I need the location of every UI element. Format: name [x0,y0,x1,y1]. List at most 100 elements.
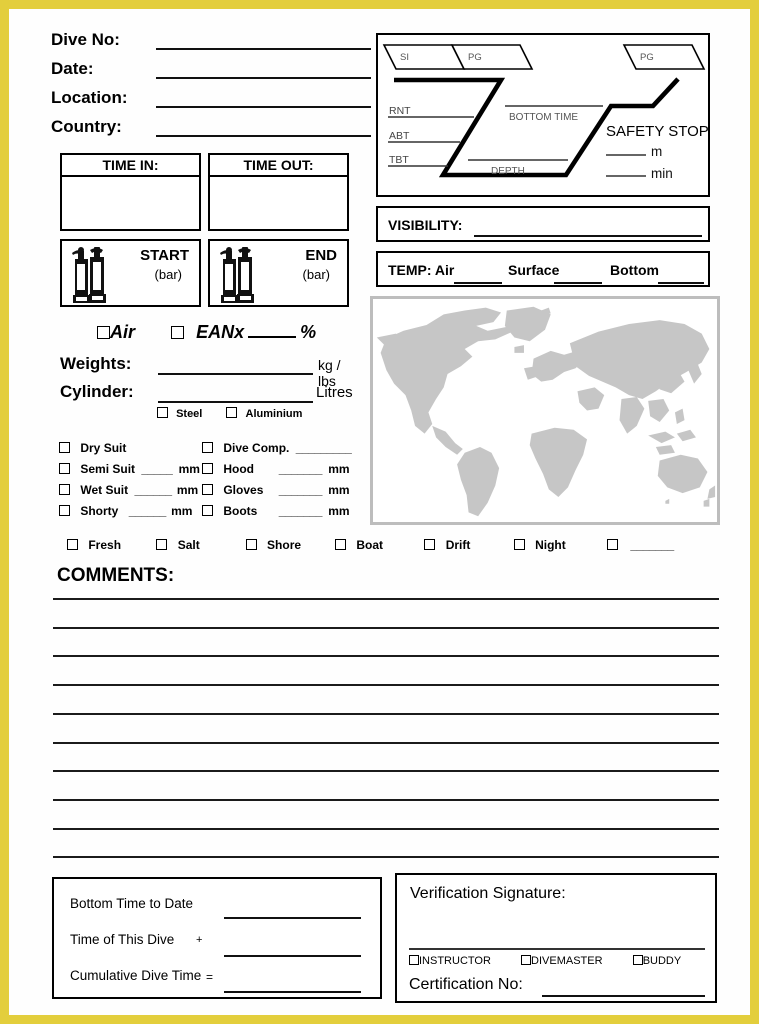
certification-no-line[interactable] [542,995,705,997]
gas-mix-row: Air EANx% [97,322,316,343]
cylinder-unit: Litres [316,384,353,401]
comment-line[interactable] [53,684,719,687]
drift-checkbox[interactable] [424,539,436,550]
verification-box: Verification Signature: INSTRUCTOR DIVEM… [395,873,717,1003]
shorty-checkbox[interactable] [59,505,70,516]
night-checkbox[interactable] [513,539,525,550]
buddy-checkbox[interactable] [632,955,643,965]
temp-surface-line[interactable] [554,282,602,284]
comment-line[interactable] [53,827,719,830]
equipment-unit: mm [171,504,193,518]
dive-type-fresh[interactable]: Fresh [67,538,153,552]
equipment-fill[interactable]: _______ [279,462,323,476]
dive-type-boat[interactable]: Boat [335,538,421,552]
boots-checkbox[interactable] [202,505,213,516]
temp-box[interactable]: TEMP: Air Surface Bottom [376,251,710,287]
visibility-line[interactable] [474,235,702,237]
air-checkbox[interactable] [97,326,110,339]
equipment-fill[interactable]: _______ [279,504,323,518]
start-pressure-box[interactable]: START (bar) [60,239,201,307]
comment-line[interactable] [53,626,719,629]
comment-line[interactable] [53,712,719,715]
visibility-box[interactable]: VISIBILITY: [376,206,710,242]
field-date[interactable]: Date: [51,56,371,85]
gloves-checkbox[interactable] [202,484,213,495]
aluminium-checkbox[interactable] [226,407,238,418]
comment-line[interactable] [53,741,719,744]
hood-checkbox[interactable] [202,463,213,474]
time-total-line[interactable] [224,991,361,993]
boat-checkbox[interactable] [335,539,347,550]
svg-text:BOTTOM TIME: BOTTOM TIME [509,112,578,123]
comment-line[interactable] [53,770,719,773]
dive-type-row: Fresh Salt Shore Boat Drift Night ______… [67,538,727,552]
field-label: Date: [51,59,94,78]
equipment-fill[interactable]: _______ [279,483,323,497]
equipment-row[interactable]: Dry Suit [59,441,209,462]
time-total-operator: + [196,934,203,946]
equipment-row[interactable]: Boots _______ mm [202,504,367,525]
end-pressure-box[interactable]: END (bar) [208,239,349,307]
dry-suit-checkbox[interactable] [59,442,70,453]
weights-line[interactable] [158,373,313,375]
temp-air-label: TEMP: Air [388,262,455,278]
write-line[interactable] [156,77,371,79]
eanx-value-line[interactable] [248,336,297,338]
equipment-row[interactable]: Dive Comp. _________ [202,441,367,462]
instructor-checkbox[interactable] [409,955,419,965]
time-in-value[interactable] [62,177,199,231]
equipment-fill[interactable]: ______ [134,483,172,497]
other-checkbox[interactable] [607,539,619,550]
comment-line[interactable] [53,856,719,859]
salt-checkbox[interactable] [156,539,168,550]
semi-suit-checkbox[interactable] [59,463,70,474]
equipment-row[interactable]: Semi Suit _____ mm [59,462,209,483]
temp-bottom-line[interactable] [658,282,704,284]
equipment-row[interactable]: Gloves _______ mm [202,483,367,504]
time-out-value[interactable] [210,177,347,231]
equipment-fill[interactable]: ______ [129,504,167,518]
steel-checkbox[interactable] [157,407,168,418]
dive-type-drift[interactable]: Drift [424,538,510,552]
equipment-label: Dive Comp. [223,441,290,455]
dive-type-salt[interactable]: Salt [156,538,242,552]
comment-line[interactable] [53,598,719,600]
steel-label: Steel [176,408,203,420]
temp-surface-label: Surface [508,262,560,278]
equipment-row[interactable]: Hood _______ mm [202,462,367,483]
dive-type-night[interactable]: Night [513,538,604,552]
cylinder-line[interactable] [158,401,313,403]
time-total-line[interactable] [224,955,361,957]
time-total-operator: = [206,970,214,984]
time-total-line[interactable] [224,917,361,919]
temp-air-line[interactable] [454,282,502,284]
field-dive-no[interactable]: Dive No: [51,27,371,56]
time-out-box[interactable]: TIME OUT: [208,153,349,231]
dive-type-label: Shore [267,538,302,552]
shore-checkbox[interactable] [245,539,257,550]
air-label: Air [110,322,136,342]
time-in-box[interactable]: TIME IN: [60,153,201,231]
equipment-fill[interactable]: _________ [296,441,352,455]
fresh-checkbox[interactable] [67,539,78,550]
signature-line[interactable] [409,948,705,950]
field-country[interactable]: Country: [51,114,371,143]
equipment-fill[interactable]: _____ [141,462,172,476]
temp-bottom-label: Bottom [610,262,659,278]
svg-text:RNT: RNT [389,105,411,117]
wet-suit-checkbox[interactable] [59,484,70,495]
comment-line[interactable] [53,655,719,658]
comment-line[interactable] [53,798,719,801]
equipment-row[interactable]: Wet Suit ______ mm [59,483,209,504]
write-line[interactable] [156,106,371,108]
eanx-checkbox[interactable] [171,326,185,339]
dive-comp-checkbox[interactable] [202,442,213,453]
world-map[interactable] [370,296,720,525]
field-location[interactable]: Location: [51,85,371,114]
write-line[interactable] [156,48,371,50]
dive-type-shore[interactable]: Shore [245,538,332,552]
write-line[interactable] [156,135,371,137]
divemaster-checkbox[interactable] [521,955,532,965]
dive-type-other[interactable]: _______ [607,538,674,552]
equipment-row[interactable]: Shorty ______ mm [59,504,209,525]
